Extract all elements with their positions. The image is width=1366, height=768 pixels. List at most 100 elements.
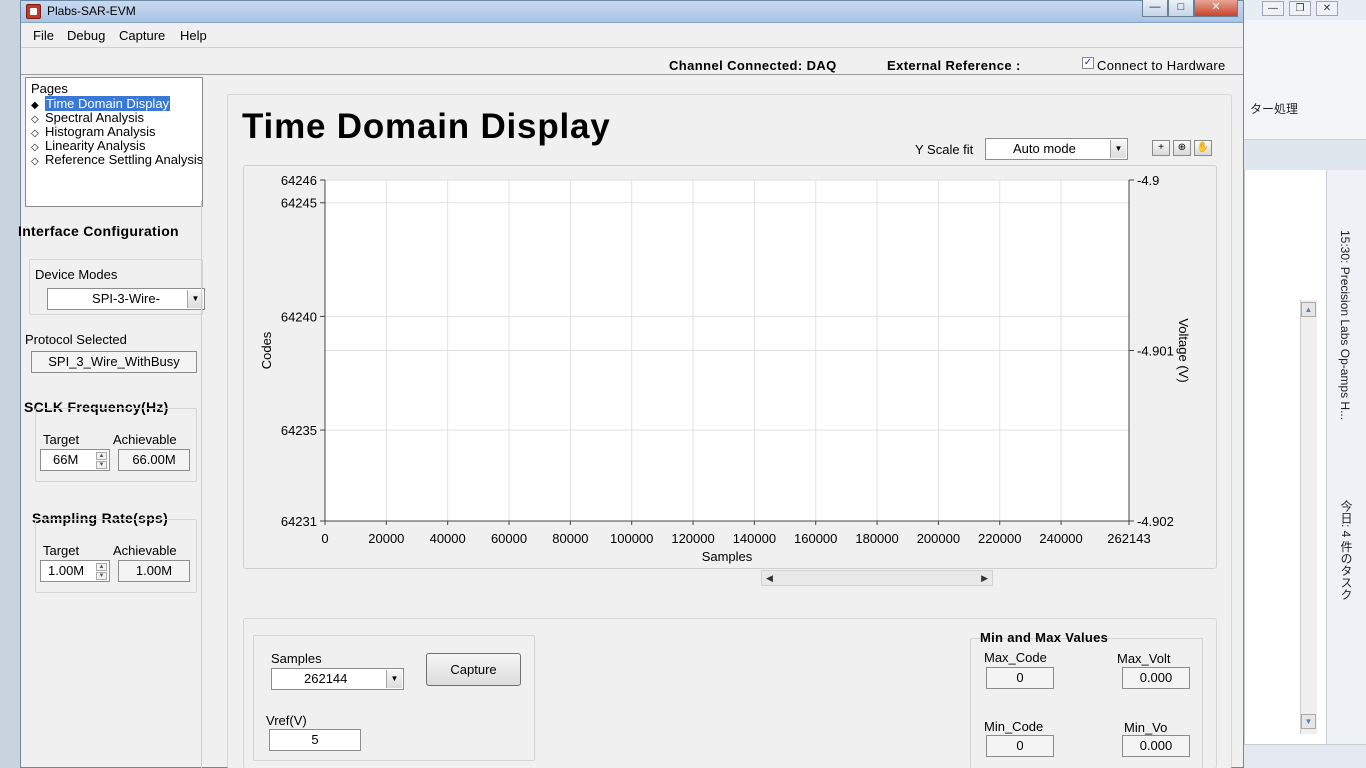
x-tick-label: 60000	[491, 531, 527, 546]
x-tick-label: 200000	[917, 531, 960, 546]
y-axis-ticks: 64246 64245 64240 64235 64231	[281, 173, 325, 529]
y-tick-label: 64240	[281, 309, 317, 324]
window-title: Plabs-SAR-EVM	[47, 4, 136, 18]
chart-grid	[324, 179, 1130, 522]
spin-down-icon[interactable]: ▼	[96, 572, 107, 580]
scroll-right-icon[interactable]: ▶	[981, 571, 988, 585]
max-volt-field: 0.000	[1122, 667, 1190, 689]
connect-hardware-checkbox[interactable]: ✓	[1082, 57, 1094, 69]
y-tick-label: 64235	[281, 423, 317, 438]
x-tick-label: 20000	[368, 531, 404, 546]
channel-status: Channel Connected: DAQ	[669, 58, 837, 73]
x-tick-label: 0	[321, 531, 328, 546]
x-tick-label: 140000	[733, 531, 776, 546]
maximize-icon[interactable]: □	[1168, 0, 1194, 17]
bg-close-icon[interactable]: ✕	[1316, 1, 1338, 16]
min-volt-field: 0.000	[1122, 735, 1190, 757]
sampling-target-stepper[interactable]: 1.00M ▲ ▼	[40, 560, 110, 582]
bg-restore-icon[interactable]: ❐	[1289, 1, 1311, 16]
x-tick-label: 120000	[671, 531, 714, 546]
sampling-target-label: Target	[43, 543, 80, 558]
y2-tick-label: -4.901	[1137, 344, 1174, 359]
x-axis-ticks: 0 20000 40000 60000 80000 100000 120000 140000 1…	[321, 521, 1151, 546]
x-tick-label: 180000	[855, 531, 898, 546]
sclk-achievable-field: 66.00M	[118, 449, 190, 471]
page-item-spectral[interactable]: ◇ Spectral Analysis	[31, 110, 144, 125]
menu-capture[interactable]: Capture	[119, 28, 165, 43]
minmax-title: Min and Max Values	[980, 630, 1109, 645]
spin-up-icon[interactable]: ▲	[96, 452, 107, 460]
page-item-histogram[interactable]: ◇ Histogram Analysis	[31, 124, 156, 139]
device-mode-select[interactable]: SPI-3-Wire- ▼	[47, 288, 205, 310]
menu-help[interactable]: Help	[180, 28, 207, 43]
capture-button[interactable]: Capture	[426, 653, 521, 686]
sampling-achievable-label: Achievable	[113, 543, 177, 558]
page-item-reference-settling[interactable]: ◇ Reference Settling Analysis	[31, 152, 202, 167]
pages-title: Pages	[31, 81, 68, 96]
sclk-target-label: Target	[43, 432, 80, 447]
background-scrollbar[interactable]	[1300, 300, 1317, 734]
y2-tick-label: -4.902	[1137, 514, 1174, 529]
min-volt-label: Min_Vo	[1124, 720, 1168, 735]
page-title: Time Domain Display	[242, 107, 611, 146]
min-code-label: Min_Code	[984, 719, 1044, 734]
title-bar[interactable]: Plabs-SAR-EVM — □ ✕	[21, 0, 1243, 23]
chart-frame: 0 20000 40000 60000 80000 100000 120000 140000 1…	[243, 165, 1217, 569]
samples-select[interactable]: 262144 ▼	[271, 668, 404, 690]
minimize-icon[interactable]: —	[1142, 0, 1168, 17]
interface-config-title: Interface Configuration	[18, 223, 179, 239]
max-code-label: Max_Code	[984, 650, 1047, 665]
left-panel-border	[201, 201, 202, 768]
app-icon	[26, 4, 41, 19]
pages-list: Pages ◆ Time Domain Display ◇ Spectral Ana…	[25, 77, 203, 207]
y2-axis-ticks: -4.902 -4.901 -4.9	[1129, 173, 1174, 529]
background-statusbar	[1244, 744, 1366, 768]
x-tick-label: 220000	[978, 531, 1021, 546]
todo-tasks[interactable]: 今日: 4 件のタスク	[1338, 500, 1355, 601]
y-tick-label: 64245	[281, 196, 317, 211]
sclk-target-stepper[interactable]: 66M ▲ ▼	[40, 449, 110, 471]
app-window: Plabs-SAR-EVM — □ ✕ File Debug Capture H…	[18, 0, 1244, 768]
todo-appointment[interactable]: 15:30: Precision Labs Op-amps H...	[1338, 230, 1352, 420]
y-tick-label: 64246	[281, 173, 317, 188]
chart-horizontal-scrollbar[interactable]: ◀ ▶	[761, 570, 993, 586]
protocol-label: Protocol Selected	[25, 332, 127, 347]
bg-minimize-icon[interactable]: —	[1262, 1, 1284, 16]
yscale-label: Y Scale fit	[915, 142, 974, 157]
protocol-field: SPI_3_Wire_WithBusy	[31, 351, 197, 373]
vref-field[interactable]: 5	[269, 729, 361, 751]
pan-tool-icon[interactable]: ✋	[1194, 140, 1212, 156]
menu-bar: File Debug Capture Help	[21, 24, 1243, 48]
max-code-field: 0	[986, 667, 1054, 689]
sclk-achievable-label: Achievable	[113, 432, 177, 447]
yscale-select[interactable]: Auto mode ▼	[985, 138, 1128, 160]
background-ribbon-label[interactable]: ター処理	[1250, 100, 1298, 117]
x-tick-label: 40000	[430, 531, 466, 546]
page-item-time-domain[interactable]: ◆ Time Domain Display	[31, 96, 171, 111]
vref-label: Vref(V)	[266, 713, 307, 728]
connect-hardware-label[interactable]: Connect to Hardware	[1097, 58, 1226, 73]
scroll-down-icon[interactable]: ▼	[1301, 714, 1316, 729]
x-axis-label: Samples	[702, 549, 753, 564]
max-volt-label: Max_Volt	[1117, 651, 1171, 666]
menu-file[interactable]: File	[33, 28, 54, 43]
scroll-up-icon[interactable]: ▲	[1301, 302, 1316, 317]
sampling-achievable-field: 1.00M	[118, 560, 190, 582]
zoom-tool-icon[interactable]: ⊕	[1173, 140, 1191, 156]
time-domain-chart[interactable]: 0 20000 40000 60000 80000 100000 120000 140000 1…	[244, 166, 1216, 568]
diamond-icon: ◇	[31, 156, 39, 167]
external-reference-status: External Reference :	[887, 58, 1021, 73]
spin-up-icon[interactable]: ▲	[96, 563, 107, 571]
spin-down-icon[interactable]: ▼	[96, 461, 107, 469]
cursor-tool-icon[interactable]: +	[1152, 140, 1170, 156]
y2-axis-label: Voltage (V)	[1176, 318, 1191, 382]
close-icon[interactable]: ✕	[1194, 0, 1238, 17]
menu-debug[interactable]: Debug	[67, 28, 105, 43]
page-item-linearity[interactable]: ◇ Linearity Analysis	[31, 138, 145, 153]
chevron-down-icon[interactable]: ▼	[386, 670, 402, 688]
chevron-down-icon[interactable]: ▼	[1110, 140, 1126, 158]
x-tick-label: 100000	[610, 531, 653, 546]
device-modes-label: Device Modes	[35, 267, 118, 282]
scroll-left-icon[interactable]: ◀	[766, 571, 773, 585]
x-tick-label: 262143	[1107, 531, 1150, 546]
